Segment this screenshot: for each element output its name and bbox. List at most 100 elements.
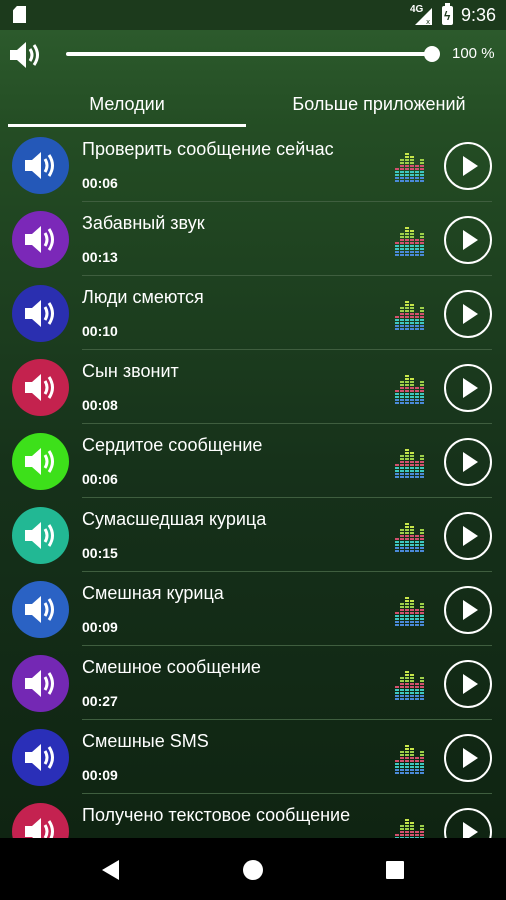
play-button[interactable] (444, 734, 492, 782)
ringtone-title: Сердитое сообщение (82, 435, 263, 455)
play-button[interactable] (444, 438, 492, 486)
ringtone-duration: 00:13 (82, 249, 118, 265)
play-button[interactable] (444, 808, 492, 838)
list-item[interactable]: Люди смеются 00:10 (0, 276, 506, 350)
volume-slider-thumb[interactable] (424, 46, 440, 62)
ringtone-title: Проверить сообщение сейчас (82, 139, 334, 159)
equalizer-icon (395, 227, 424, 256)
speaker-icon (25, 596, 54, 623)
equalizer-icon (395, 745, 424, 774)
speaker-icon (25, 152, 54, 179)
ringtone-title: Сын звонит (82, 361, 179, 381)
speaker-icon (25, 744, 54, 771)
volume-bar: 100 % (0, 30, 506, 80)
tab-bar: Мелодии Больше приложений (0, 80, 506, 128)
equalizer-icon (395, 523, 424, 552)
sd-card-icon (13, 6, 26, 23)
app-screen: 100 % Мелодии Больше приложений Проверит… (0, 30, 506, 838)
play-icon (463, 378, 478, 398)
speaker-icon (25, 226, 54, 253)
list-item[interactable]: Проверить сообщение сейчас 00:06 (0, 128, 506, 202)
signal-icon: x (415, 8, 432, 25)
list-item[interactable]: Смешные SMS 00:09 (0, 720, 506, 794)
equalizer-icon (395, 671, 424, 700)
tab-selected-indicator (8, 124, 246, 127)
ringtone-icon (12, 729, 69, 786)
navigation-bar (0, 838, 506, 900)
play-icon (463, 230, 478, 250)
tab-ringtones[interactable]: Мелодии (8, 80, 246, 128)
ringtone-icon (12, 211, 69, 268)
svg-text:x: x (426, 18, 430, 25)
list-item[interactable]: Сумасшедшая курица 00:15 (0, 498, 506, 572)
list-item[interactable]: Получено текстовое сообщение (0, 794, 506, 838)
ringtone-duration: 00:09 (82, 767, 118, 783)
play-button[interactable] (444, 364, 492, 412)
ringtone-list[interactable]: Проверить сообщение сейчас 00:06 Забавны… (0, 128, 506, 838)
home-icon[interactable] (243, 860, 263, 880)
play-button[interactable] (444, 586, 492, 634)
play-button[interactable] (444, 216, 492, 264)
play-icon (463, 304, 478, 324)
speaker-icon (25, 818, 54, 838)
ringtone-duration: 00:06 (82, 471, 118, 487)
ringtone-title: Смешное сообщение (82, 657, 261, 677)
play-icon (463, 748, 478, 768)
ringtone-duration: 00:27 (82, 693, 118, 709)
clock: 9:36 (461, 5, 497, 25)
ringtone-duration: 00:06 (82, 175, 118, 191)
ringtone-title: Сумасшедшая курица (82, 509, 267, 529)
equalizer-icon (395, 819, 424, 838)
ringtone-icon (12, 655, 69, 712)
play-button[interactable] (444, 512, 492, 560)
play-icon (463, 452, 478, 472)
ringtone-duration: 00:10 (82, 323, 118, 339)
list-item[interactable]: Сын звонит 00:08 (0, 350, 506, 424)
ringtone-duration: 00:08 (82, 397, 118, 413)
ringtone-title: Смешные SMS (82, 731, 209, 751)
list-item[interactable]: Смешное сообщение 00:27 (0, 646, 506, 720)
ringtone-icon (12, 803, 69, 838)
volume-slider-track[interactable] (66, 52, 432, 56)
ringtone-title: Получено текстовое сообщение (82, 805, 351, 825)
play-button[interactable] (444, 290, 492, 338)
ringtone-icon (12, 433, 69, 490)
ringtone-title: Смешная курица (82, 583, 224, 603)
status-bar: 4G x ϟ 9:36 (0, 0, 506, 30)
ringtone-icon (12, 359, 69, 416)
equalizer-icon (395, 449, 424, 478)
list-item[interactable]: Сердитое сообщение 00:06 (0, 424, 506, 498)
equalizer-icon (395, 597, 424, 626)
ringtone-icon (12, 507, 69, 564)
equalizer-icon (395, 301, 424, 330)
equalizer-icon (395, 375, 424, 404)
back-icon[interactable] (102, 860, 119, 880)
speaker-icon (25, 522, 54, 549)
play-icon (463, 156, 478, 176)
play-button[interactable] (444, 142, 492, 190)
volume-icon[interactable] (8, 39, 44, 71)
play-icon (463, 526, 478, 546)
list-item[interactable]: Забавный звук 00:13 (0, 202, 506, 276)
play-button[interactable] (444, 660, 492, 708)
speaker-icon (25, 448, 54, 475)
play-icon (463, 822, 478, 838)
speaker-icon (25, 300, 54, 327)
equalizer-icon (395, 153, 424, 182)
recents-icon[interactable] (386, 861, 404, 879)
speaker-icon (25, 374, 54, 401)
ringtone-icon (12, 137, 69, 194)
ringtone-icon (12, 581, 69, 638)
battery-charging-icon: ϟ (442, 3, 453, 25)
play-icon (463, 600, 478, 620)
ringtone-duration: 00:09 (82, 619, 118, 635)
ringtone-title: Люди смеются (82, 287, 204, 307)
ringtone-duration: 00:15 (82, 545, 118, 561)
ringtone-title: Забавный звук (82, 213, 205, 233)
volume-percent: 100 % (452, 45, 495, 62)
tab-more-apps[interactable]: Больше приложений (254, 80, 504, 128)
speaker-icon (25, 670, 54, 697)
ringtone-icon (12, 285, 69, 342)
list-item[interactable]: Смешная курица 00:09 (0, 572, 506, 646)
play-icon (463, 674, 478, 694)
